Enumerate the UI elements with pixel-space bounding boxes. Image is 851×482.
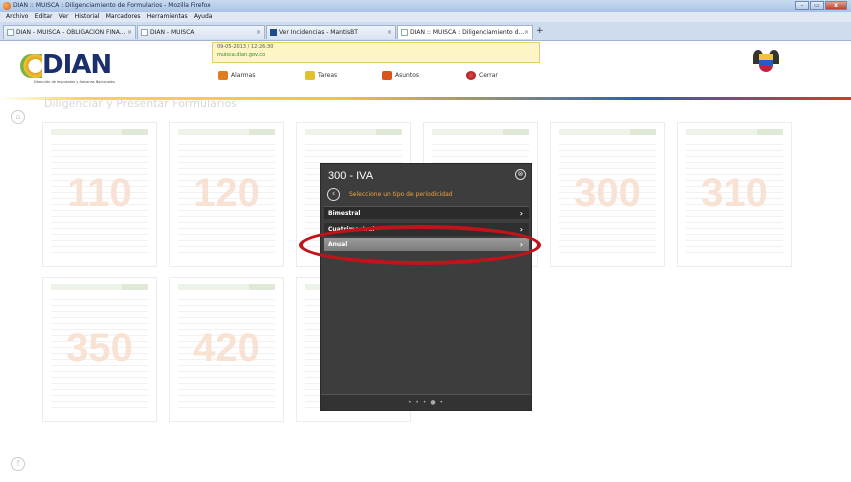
window-title: DIAN :: MUISCA : Diligenciamiento de For…	[13, 2, 211, 9]
form-number: 420	[193, 326, 260, 370]
home-icon[interactable]: ⌂	[11, 110, 25, 124]
tab-close-icon[interactable]: ×	[387, 26, 392, 39]
bell-icon	[218, 71, 228, 80]
modal-title: 300 - IVA	[328, 170, 374, 182]
logo-text: DIAN	[42, 50, 112, 80]
card-header	[51, 129, 148, 135]
menu-herramientas[interactable]: Herramientas	[147, 12, 188, 22]
facebook-icon[interactable]: f	[11, 457, 25, 471]
mantis-icon	[270, 29, 277, 36]
modal-footer: • • • ● •	[321, 394, 531, 410]
tab-bar: DIAN - MUISCA - OBLIGACION FINA... × DIA…	[0, 22, 851, 41]
menu-bar: Archivo Editar Ver Historial Marcadores …	[0, 12, 851, 22]
form-card-420[interactable]: 420	[169, 277, 284, 422]
form-number: 300	[574, 171, 641, 215]
crest-shield	[759, 54, 773, 72]
back-arrow-icon[interactable]: ‹	[327, 188, 340, 201]
tab-label: DIAN - MUISCA	[150, 29, 195, 36]
form-number: 110	[67, 171, 132, 215]
card-header	[686, 129, 783, 135]
form-card-110[interactable]: 110	[42, 122, 157, 267]
nav-label: Tareas	[318, 72, 338, 79]
nav-label: Alarmas	[231, 72, 256, 79]
tab-label: Ver Incidencias - MantisBT	[279, 29, 358, 36]
form-number: 310	[701, 171, 768, 215]
tab-mantis[interactable]: Ver Incidencias - MantisBT ×	[266, 25, 396, 39]
nav-asuntos[interactable]: Asuntos	[382, 71, 419, 80]
notepad-icon	[305, 71, 315, 80]
form-card-350[interactable]: 350	[42, 277, 157, 422]
tab-close-icon[interactable]: ×	[127, 26, 132, 39]
page-icon	[401, 29, 408, 36]
power-icon	[466, 71, 476, 80]
periodicity-modal: 300 - IVA ⊗ ‹ Seleccione un tipo de peri…	[320, 163, 532, 411]
maximize-button[interactable]: ▭	[810, 1, 824, 10]
nav-cerrar[interactable]: Cerrar	[466, 71, 498, 80]
chevron-right-icon: ›	[519, 209, 523, 218]
highlight-ellipse	[299, 225, 541, 265]
colombia-crest-icon	[751, 48, 781, 78]
session-info: 09-05-2013 / 12:26:30 muisca.dian.gov.co	[212, 42, 540, 63]
form-card-300[interactable]: 300	[550, 122, 665, 267]
window-titlebar: DIAN :: MUISCA : Diligenciamiento de For…	[0, 0, 851, 12]
firefox-icon	[3, 2, 11, 10]
option-label: Bimestral	[328, 210, 361, 217]
nav-label: Asuntos	[395, 72, 419, 79]
card-header	[51, 284, 148, 290]
form-number: 350	[66, 326, 133, 370]
form-card-120[interactable]: 120	[169, 122, 284, 267]
tab-diligenciamiento[interactable]: DIAN :: MUISCA : Diligenciamiento d... ×	[397, 25, 533, 39]
menu-editar[interactable]: Editar	[35, 12, 53, 22]
menu-archivo[interactable]: Archivo	[6, 12, 28, 22]
menu-ayuda[interactable]: Ayuda	[194, 12, 213, 22]
menu-ver[interactable]: Ver	[59, 12, 69, 22]
nav-alarmas[interactable]: Alarmas	[218, 71, 255, 80]
site-header: DIAN Dirección de Impuestos y Aduanas Na…	[0, 42, 851, 100]
session-url: muisca.dian.gov.co	[217, 52, 266, 58]
new-tab-button[interactable]: +	[536, 26, 544, 36]
card-header	[432, 129, 529, 135]
card-header	[305, 129, 402, 135]
page-icon	[141, 29, 148, 36]
page-icon	[7, 29, 14, 36]
close-icon[interactable]: ⊗	[515, 169, 526, 180]
page-title: Diligenciar y Presentar Formularios	[44, 97, 237, 110]
minimize-button[interactable]: –	[795, 1, 809, 10]
menu-marcadores[interactable]: Marcadores	[106, 12, 141, 22]
close-window-button[interactable]: x	[825, 1, 847, 10]
folder-icon	[382, 71, 392, 80]
tab-close-icon[interactable]: ×	[256, 26, 261, 39]
dian-logo[interactable]: DIAN Dirección de Impuestos y Aduanas Na…	[20, 48, 120, 86]
tab-dian-muisca[interactable]: DIAN - MUISCA ×	[137, 25, 265, 39]
tab-obligacion-financiera[interactable]: DIAN - MUISCA - OBLIGACION FINA... ×	[3, 25, 136, 39]
form-number: 120	[193, 171, 260, 215]
sun-logo-icon	[20, 54, 42, 78]
tab-label: DIAN - MUISCA - OBLIGACION FINA...	[16, 29, 126, 36]
tab-label: DIAN :: MUISCA : Diligenciamiento d...	[410, 29, 525, 36]
modal-subtitle: Seleccione un tipo de periodicidad	[349, 191, 453, 198]
tab-close-icon[interactable]: ×	[524, 26, 529, 39]
nav-label: Cerrar	[479, 72, 498, 79]
card-header	[178, 284, 275, 290]
card-header	[178, 129, 275, 135]
window-controls: – ▭ x	[794, 1, 847, 10]
logo-subtitle: Dirección de Impuestos y Aduanas Naciona…	[34, 80, 115, 84]
nav-tareas[interactable]: Tareas	[305, 71, 337, 80]
option-bimestral[interactable]: Bimestral ›	[324, 206, 529, 219]
form-card-310[interactable]: 310	[677, 122, 792, 267]
pager-dots[interactable]: • • • ● •	[321, 399, 531, 406]
session-datetime: 09-05-2013 / 12:26:30	[217, 44, 274, 50]
card-header	[559, 129, 656, 135]
menu-historial[interactable]: Historial	[75, 12, 100, 22]
